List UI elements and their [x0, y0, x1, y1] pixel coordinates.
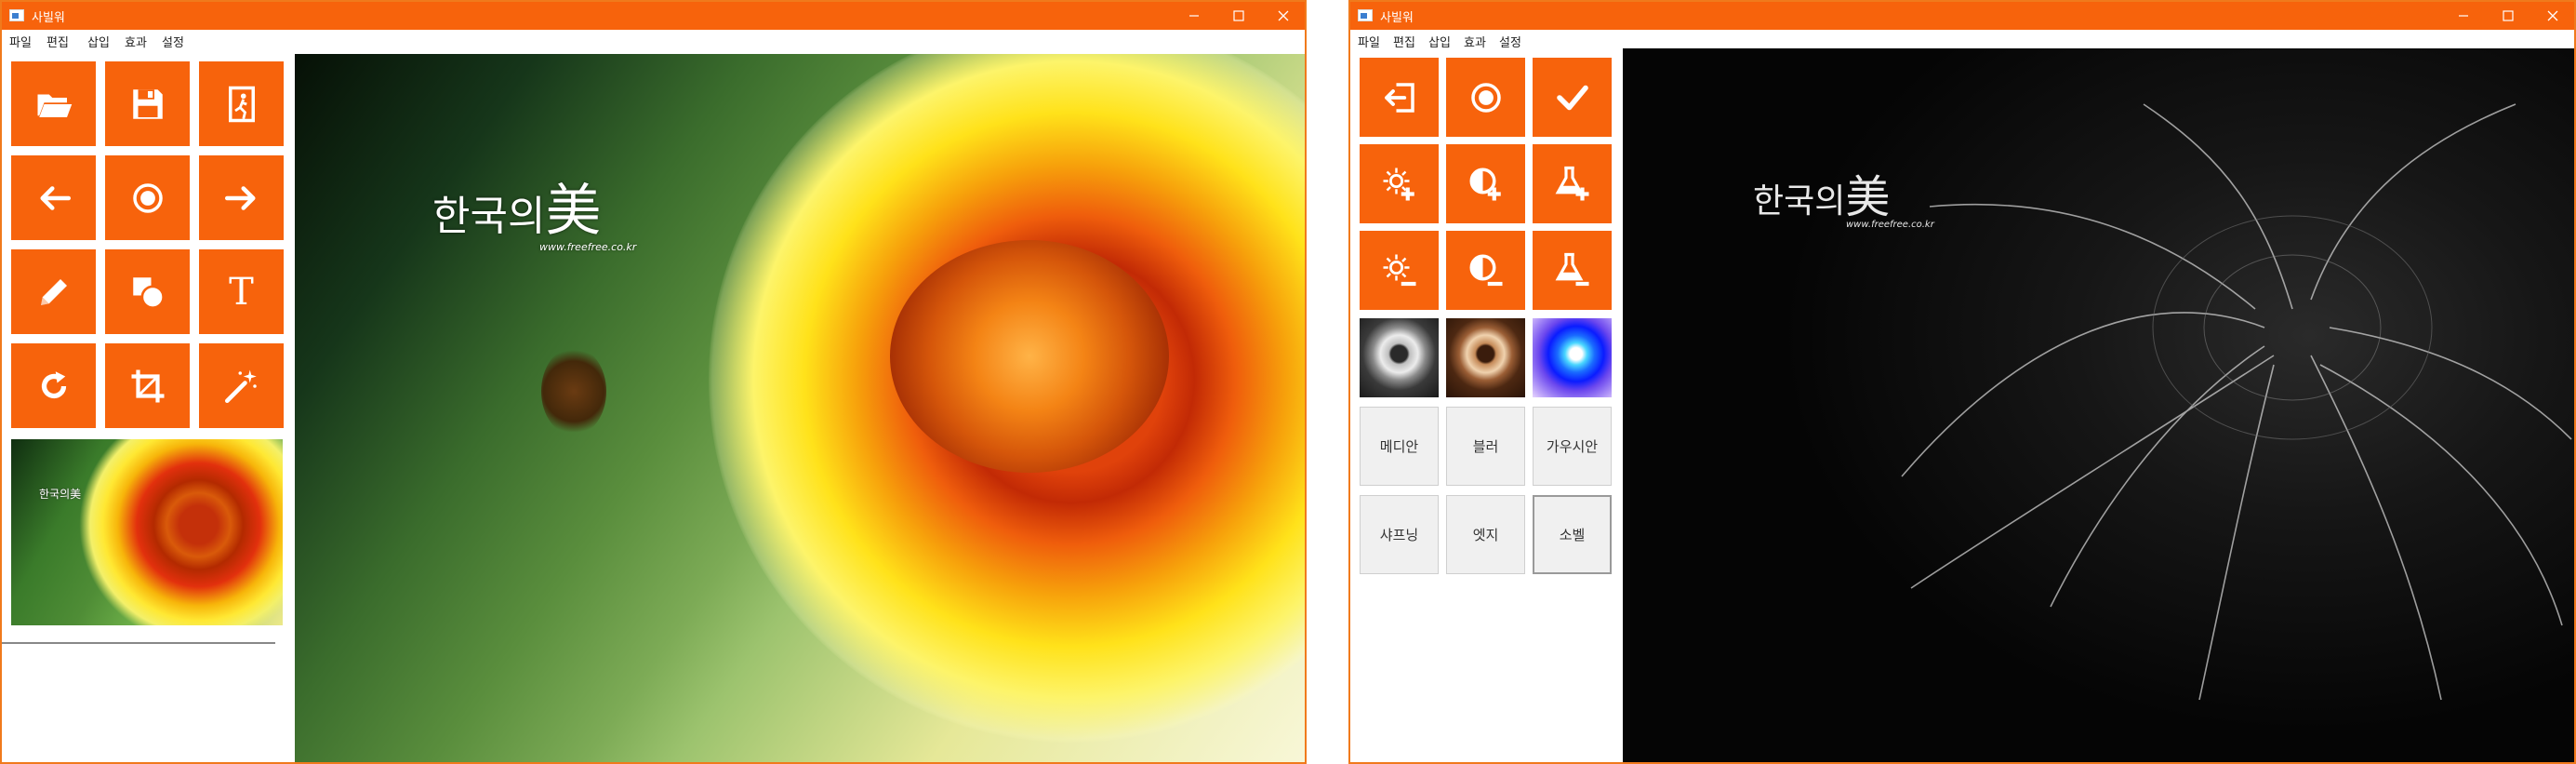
- watermark-hanja: 美: [545, 179, 602, 244]
- check-icon: [1556, 85, 1588, 110]
- title-bar[interactable]: 사빌워: [1350, 2, 2574, 30]
- back-button[interactable]: [1360, 58, 1439, 137]
- undo-button[interactable]: [11, 155, 96, 240]
- record-button[interactable]: [105, 155, 190, 240]
- maximize-icon: [2503, 10, 2514, 21]
- menu-bar: 파일 편집 삽입 효과 설정: [1350, 30, 2574, 50]
- invert-preset-thumbnail[interactable]: [1533, 318, 1612, 397]
- brightness-up-icon: [1383, 168, 1414, 200]
- crop-icon: [131, 369, 164, 402]
- grayscale-preset-thumbnail[interactable]: [1360, 318, 1439, 397]
- title-bar[interactable]: 사빌워: [2, 2, 1305, 30]
- thumbnail-scrollbar[interactable]: [2, 633, 275, 644]
- undo-arrow-icon: [39, 185, 71, 210]
- text-icon: T: [229, 270, 254, 314]
- saturation-up-button[interactable]: [1533, 144, 1612, 223]
- maximize-button[interactable]: [1217, 2, 1260, 30]
- gaussian-filter-button[interactable]: 가우시안: [1533, 407, 1612, 486]
- saturation-up-icon: [1555, 166, 1588, 200]
- save-icon: [132, 88, 163, 119]
- menu-edit[interactable]: 편집: [1393, 33, 1415, 50]
- median-filter-button[interactable]: 메디안: [1360, 407, 1439, 486]
- menu-effects[interactable]: 효과: [1464, 33, 1486, 50]
- watermark-url: www.freefree.co.kr: [539, 241, 637, 253]
- redo-arrow-icon: [224, 185, 256, 210]
- app-icon: [9, 9, 24, 21]
- crop-button[interactable]: [105, 343, 190, 428]
- menu-file[interactable]: 파일: [1358, 33, 1380, 50]
- text-button[interactable]: T: [199, 249, 284, 334]
- saturation-down-button[interactable]: [1533, 231, 1612, 310]
- sepia-preset-thumbnail[interactable]: [1446, 318, 1525, 397]
- record-icon: [1470, 82, 1501, 113]
- flower-petals: [709, 54, 1305, 743]
- close-button[interactable]: [2531, 2, 2574, 30]
- maximize-icon: [1233, 10, 1244, 21]
- right-app-window: 사빌워 파일 편집 삽입 효과 설정 메디안 블러 가우시안 샤프닝 엣지 소벨…: [1348, 0, 2576, 764]
- exit-button[interactable]: [199, 61, 284, 146]
- open-button[interactable]: [11, 61, 96, 146]
- sobel-filter-button[interactable]: 소벨: [1533, 495, 1612, 574]
- minimize-icon: [1189, 15, 1199, 17]
- close-icon: [2547, 10, 2558, 21]
- shapes-button[interactable]: [105, 249, 190, 334]
- thumbnail-watermark-text: 한국의美: [39, 488, 82, 501]
- maximize-button[interactable]: [2487, 2, 2530, 30]
- magic-wand-button[interactable]: [199, 343, 284, 428]
- flower-bud: [541, 347, 606, 436]
- menu-effects[interactable]: 효과: [125, 33, 147, 50]
- record-button[interactable]: [1446, 58, 1525, 137]
- menu-insert[interactable]: 삽입: [1428, 33, 1451, 50]
- open-folder-icon: [37, 94, 72, 117]
- menu-settings[interactable]: 설정: [1499, 33, 1521, 50]
- rotate-button[interactable]: [11, 343, 96, 428]
- image-canvas[interactable]: 한국의美 www.freefree.co.kr: [1623, 48, 2574, 762]
- left-app-window: 사빌워 파일 편집 삽입 효과 설정 T 한국의美 한국의美 www.freef…: [0, 0, 1307, 764]
- edge-filter-button[interactable]: 엣지: [1446, 495, 1525, 574]
- pencil-button[interactable]: [11, 249, 96, 334]
- redo-button[interactable]: [199, 155, 284, 240]
- contrast-up-icon: [1469, 168, 1501, 200]
- menu-settings[interactable]: 설정: [162, 33, 184, 50]
- menu-bar: 파일 편집 삽입 효과 설정: [2, 30, 1305, 50]
- save-button[interactable]: [105, 61, 190, 146]
- rotate-icon: [41, 370, 66, 398]
- shapes-icon: [132, 276, 165, 309]
- brightness-down-button[interactable]: [1360, 231, 1439, 310]
- contrast-down-button[interactable]: [1446, 231, 1525, 310]
- magic-wand-icon: [224, 369, 257, 403]
- watermark-logo: 한국의美 www.freefree.co.kr: [432, 166, 636, 253]
- edge-detected-flower: [1623, 48, 2574, 762]
- image-canvas[interactable]: 한국의美 www.freefree.co.kr: [295, 54, 1305, 762]
- app-icon: [1358, 9, 1373, 21]
- blur-filter-button[interactable]: 블러: [1446, 407, 1525, 486]
- minimize-button[interactable]: [2442, 2, 2485, 30]
- back-icon: [1384, 82, 1414, 113]
- window-title: 사빌워: [1380, 11, 1414, 25]
- close-button[interactable]: [1262, 2, 1305, 30]
- record-icon: [132, 182, 163, 213]
- brightness-up-button[interactable]: [1360, 144, 1439, 223]
- menu-edit[interactable]: 편집: [46, 33, 69, 50]
- contrast-down-icon: [1469, 254, 1502, 286]
- saturation-down-icon: [1555, 252, 1588, 286]
- contrast-up-button[interactable]: [1446, 144, 1525, 223]
- apply-button[interactable]: [1533, 58, 1612, 137]
- window-title: 사빌워: [32, 11, 65, 25]
- thumbnail-preview[interactable]: 한국의美: [11, 439, 283, 625]
- close-icon: [1278, 10, 1289, 21]
- menu-insert[interactable]: 삽입: [87, 33, 110, 50]
- minimize-button[interactable]: [1173, 2, 1215, 30]
- brightness-down-icon: [1383, 254, 1415, 286]
- exit-icon: [228, 86, 255, 122]
- watermark-hangul: 한국의: [432, 193, 546, 240]
- menu-file[interactable]: 파일: [9, 33, 32, 50]
- pencil-icon: [40, 278, 67, 305]
- sharpen-filter-button[interactable]: 샤프닝: [1360, 495, 1439, 574]
- flower-center: [890, 240, 1169, 473]
- minimize-icon: [2459, 15, 2468, 17]
